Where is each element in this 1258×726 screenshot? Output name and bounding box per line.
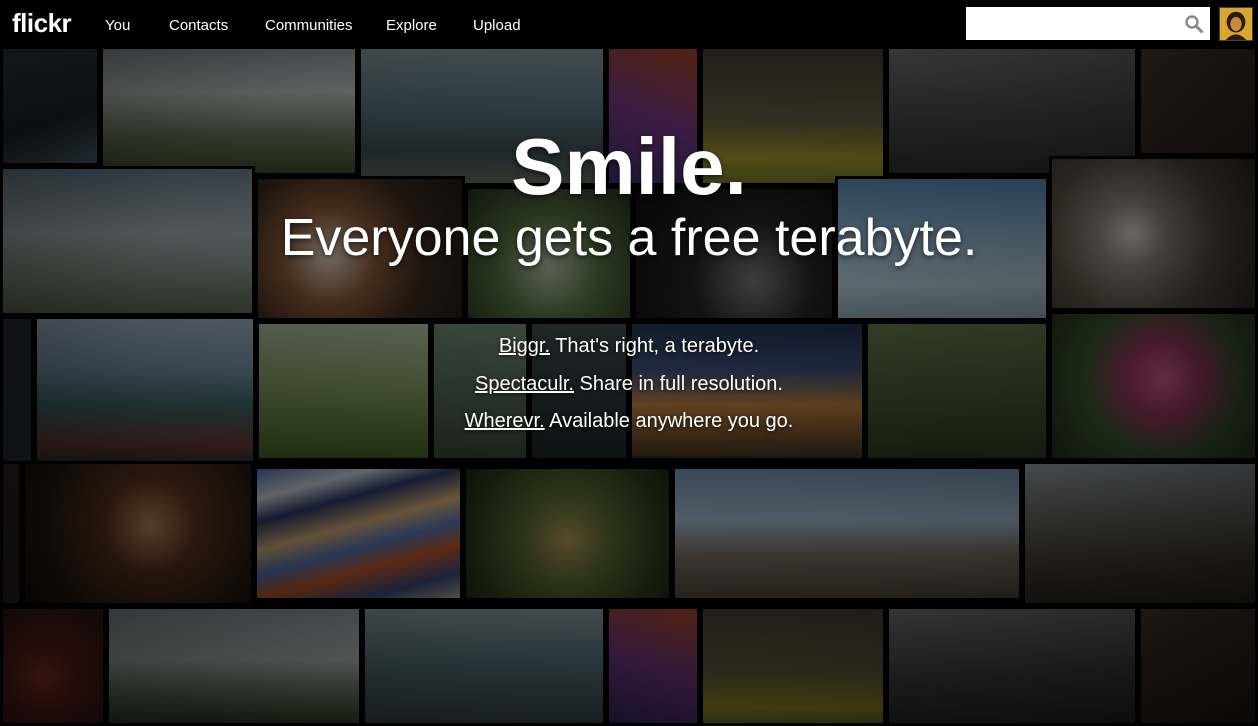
- flickr-logo[interactable]: flickr: [12, 8, 72, 39]
- nav-you[interactable]: You: [105, 17, 130, 34]
- feature-wherevr-link[interactable]: Wherevr.: [465, 410, 545, 432]
- feature-wherevr: Wherevr. Available anywhere you go.: [0, 408, 1258, 434]
- page: flickr You Contacts Communities Explore …: [0, 0, 1258, 726]
- nav-communities[interactable]: Communities: [265, 17, 353, 34]
- top-navigation: flickr You Contacts Communities Explore …: [0, 0, 1258, 46]
- search-input[interactable]: [966, 7, 1176, 40]
- feature-spectaculr-link[interactable]: Spectaculr.: [475, 373, 574, 395]
- search-icon[interactable]: [1184, 14, 1204, 34]
- feature-spectaculr: Spectaculr. Share in full resolution.: [0, 371, 1258, 397]
- hero-title: Smile.: [511, 122, 747, 211]
- feature-biggr-text: That's right, a terabyte.: [550, 335, 760, 357]
- nav-upload[interactable]: Upload: [473, 17, 521, 34]
- feature-biggr-link[interactable]: Biggr.: [499, 335, 550, 357]
- nav-explore[interactable]: Explore: [386, 17, 437, 34]
- hero: Smile. Everyone gets a free terabyte. Bi…: [0, 46, 1258, 726]
- user-avatar-icon: [1220, 8, 1252, 40]
- feature-biggr: Biggr. That's right, a terabyte.: [0, 333, 1258, 359]
- search-box: [966, 7, 1210, 40]
- nav-contacts[interactable]: Contacts: [169, 17, 228, 34]
- user-avatar[interactable]: [1219, 7, 1253, 41]
- hero-subtitle: Everyone gets a free terabyte.: [280, 209, 978, 267]
- feature-spectaculr-text: Share in full resolution.: [573, 373, 783, 395]
- feature-wherevr-text: Available anywhere you go.: [544, 410, 794, 432]
